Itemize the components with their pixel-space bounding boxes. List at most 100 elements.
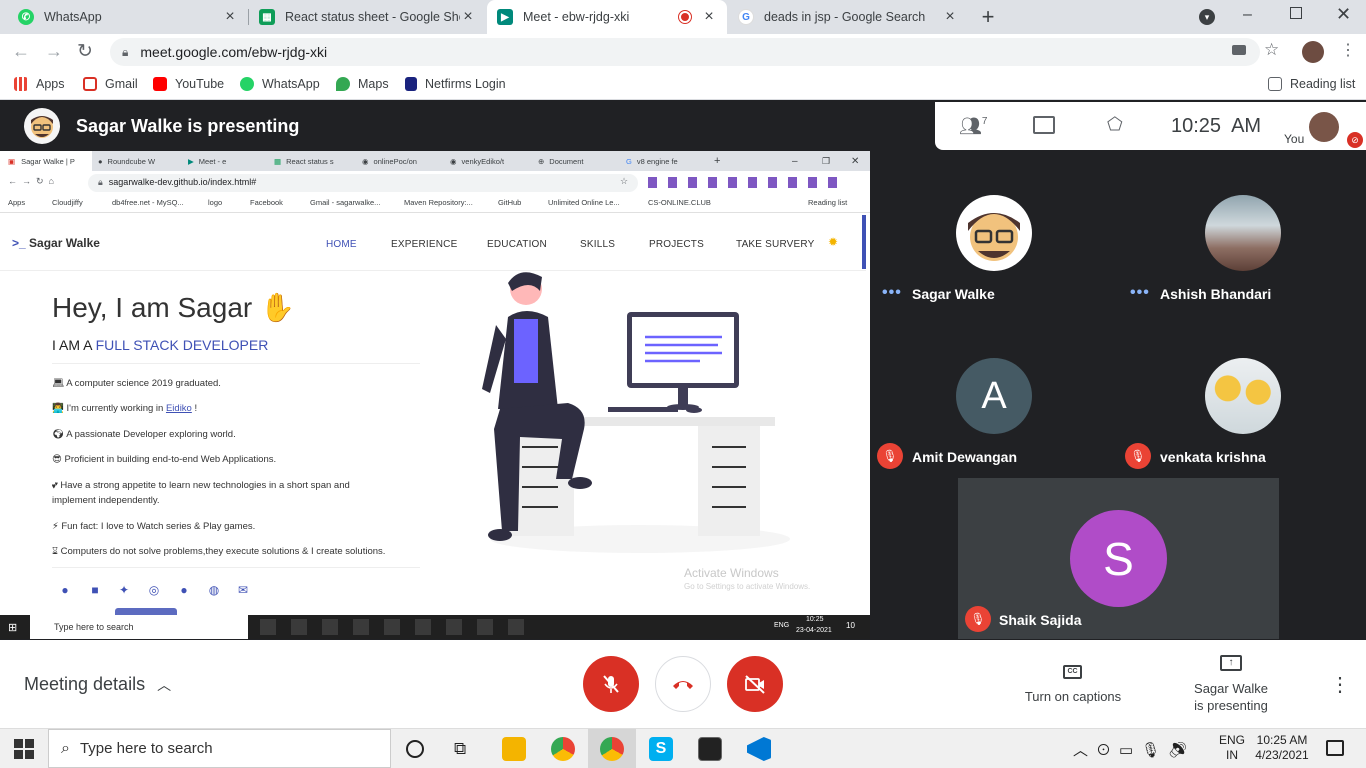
- url-text: meet.google.com/ebw-rjdg-xki: [140, 44, 328, 60]
- globe-icon: 🌍︎: [52, 429, 65, 440]
- close-icon[interactable]: ×: [460, 8, 476, 26]
- notifications-icon[interactable]: [1326, 740, 1344, 756]
- bookmark-star-icon[interactable]: ☆: [1264, 40, 1279, 60]
- search-icon: ⌕: [61, 739, 70, 757]
- bookmark-whatsapp[interactable]: WhatsApp: [240, 70, 320, 98]
- forward-button[interactable]: →: [45, 41, 63, 62]
- minimize-button[interactable]: –: [1243, 6, 1252, 24]
- shared-extension-icons: [648, 177, 848, 188]
- whatsapp-icon: ✆: [18, 9, 34, 25]
- meeting-details-button[interactable]: Meeting details ︿: [24, 674, 171, 695]
- speaking-indicator-icon: •••: [882, 284, 902, 301]
- shared-new-tab-icon: +: [714, 155, 721, 167]
- chrome-icon[interactable]: [551, 737, 575, 761]
- language-indicator[interactable]: ENG IN: [1219, 733, 1245, 763]
- people-button[interactable]: 👥︎ 7: [959, 114, 989, 138]
- site-nav-skills: SKILLS: [580, 239, 616, 250]
- fact-item: ⚡︎ Fun fact: I love to Watch series & Pl…: [52, 519, 392, 534]
- site-brand-name: Sagar Walke: [29, 236, 100, 250]
- terminal-icon[interactable]: [698, 737, 722, 761]
- more-options-icon[interactable]: ⋮: [1330, 672, 1350, 697]
- close-icon[interactable]: ×: [222, 8, 238, 26]
- time-ampm: AM: [1231, 115, 1262, 137]
- camera-toggle-button[interactable]: [727, 656, 783, 712]
- taskbar-clock[interactable]: 10:25 AM 4/23/2021: [1250, 733, 1314, 763]
- shared-tab: ▣ Sagar Walke | P: [0, 151, 92, 171]
- leave-call-button[interactable]: [655, 656, 711, 712]
- participant-name: Amit Dewangan: [912, 449, 1018, 465]
- whatsapp-icon: [240, 77, 254, 91]
- bookmark-gmail[interactable]: Gmail: [83, 70, 138, 98]
- tab-search-icon[interactable]: ▾: [1199, 9, 1215, 25]
- reload-button[interactable]: ↻: [77, 40, 93, 63]
- mic-toggle-button[interactable]: [583, 656, 639, 712]
- divider: [52, 363, 420, 364]
- address-bar[interactable]: 🔒︎ meet.google.com/ebw-rjdg-xki: [110, 38, 1260, 66]
- hang-up-icon: [673, 681, 693, 689]
- mail-icon: ✉: [237, 583, 249, 597]
- bookmark-youtube[interactable]: YouTube: [153, 70, 224, 98]
- bookmark-apps[interactable]: Apps: [14, 70, 65, 98]
- taskbar-search-box[interactable]: ⌕ Type here to search: [48, 729, 391, 768]
- fact-item: ⌛︎ Computers do not solve problems,they …: [52, 544, 432, 559]
- tab-title: WhatsApp: [44, 10, 102, 24]
- browser-tab-google-search[interactable]: G deads in jsp - Google Search ×: [728, 0, 968, 34]
- bookmark-maps[interactable]: Maps: [336, 70, 389, 98]
- self-avatar[interactable]: [1309, 112, 1339, 142]
- shared-tab-title: v8 engine fe: [636, 156, 678, 166]
- chat-icon[interactable]: [1033, 116, 1055, 134]
- camera-icon[interactable]: [1232, 45, 1246, 55]
- chrome-icon[interactable]: [600, 737, 624, 761]
- close-window-button[interactable]: ✕: [1336, 4, 1351, 25]
- close-icon[interactable]: ×: [942, 8, 958, 26]
- restore-button[interactable]: [1290, 7, 1302, 19]
- skype-icon[interactable]: S: [649, 737, 673, 761]
- profile-avatar[interactable]: [1302, 41, 1324, 63]
- file-explorer-icon[interactable]: [502, 737, 526, 761]
- activate-windows-subtext: Go to Settings to activate Windows.: [684, 582, 811, 591]
- task-view-icon[interactable]: ⧉: [454, 739, 466, 759]
- present-screen-icon[interactable]: ↑: [1220, 655, 1242, 671]
- browser-tab-meet[interactable]: ▶ Meet - ebw-rjdg-xki ×: [487, 0, 727, 34]
- cortana-icon[interactable]: [406, 740, 424, 758]
- tab-title: React status sheet - Google Shee: [285, 10, 460, 24]
- participant-name: Sagar Walke: [912, 286, 995, 302]
- captions-icon[interactable]: CC: [1063, 665, 1082, 679]
- activities-icon[interactable]: ⬠: [1107, 114, 1123, 135]
- lang-region: IN: [1226, 748, 1238, 762]
- site-brand-prefix: >_: [12, 236, 26, 250]
- captions-button[interactable]: Turn on captions: [1013, 689, 1133, 704]
- participant-name: Ashish Bhandari: [1160, 286, 1272, 302]
- close-icon[interactable]: ×: [701, 8, 717, 26]
- clock-date-value: 4/23/2021: [1255, 748, 1309, 762]
- bookmark-label: Apps: [36, 77, 65, 91]
- kebab-menu-icon[interactable]: ⋮: [1340, 40, 1356, 60]
- back-button[interactable]: ←: [12, 41, 30, 62]
- company-link: Eidiko: [165, 403, 192, 414]
- shared-address-bar: ← → ↻ ⌂ 🔒︎ sagarwalke-dev.github.io/index…: [0, 171, 870, 195]
- fact-text: Fun fact: I love to Watch series & Play …: [61, 521, 256, 532]
- fact-text: Proficient in building end-to-end Web Ap…: [64, 454, 277, 465]
- participant-name: Shaik Sajida: [999, 612, 1082, 628]
- bookmark-label: Netfirms Login: [425, 77, 506, 91]
- shared-time: 10:25: [806, 616, 824, 623]
- whatsapp-icon: ◍: [208, 583, 220, 597]
- maps-pin-icon: [336, 77, 350, 91]
- bookmark-netfirms[interactable]: Netfirms Login: [405, 70, 506, 98]
- system-tray-icons[interactable]: ︿⊙▭🎙︎🔊︎: [1073, 739, 1195, 760]
- fact-text: !: [191, 403, 198, 414]
- presenting-status-button[interactable]: Sagar Walke is presenting: [1180, 680, 1282, 714]
- site-nav-education: EDUCATION: [487, 239, 547, 250]
- shared-close-icon: ✕: [851, 155, 860, 167]
- cool-face-icon: 😎︎: [52, 454, 62, 465]
- gmail-icon: [83, 77, 97, 91]
- new-tab-button[interactable]: +: [976, 4, 1000, 30]
- browser-tab-whatsapp[interactable]: ✆ WhatsApp ×: [8, 0, 248, 34]
- fact-item: 🌍︎ A passionate Developer exploring worl…: [52, 427, 392, 442]
- windows-start-icon[interactable]: [14, 739, 34, 759]
- vscode-icon[interactable]: [747, 737, 771, 761]
- reading-list-button[interactable]: Reading list: [1268, 70, 1355, 98]
- browser-tab-sheets[interactable]: ▦ React status sheet - Google Shee ×: [249, 0, 486, 34]
- twitter-icon: ✦: [118, 583, 130, 597]
- bookmark-label: WhatsApp: [262, 77, 320, 91]
